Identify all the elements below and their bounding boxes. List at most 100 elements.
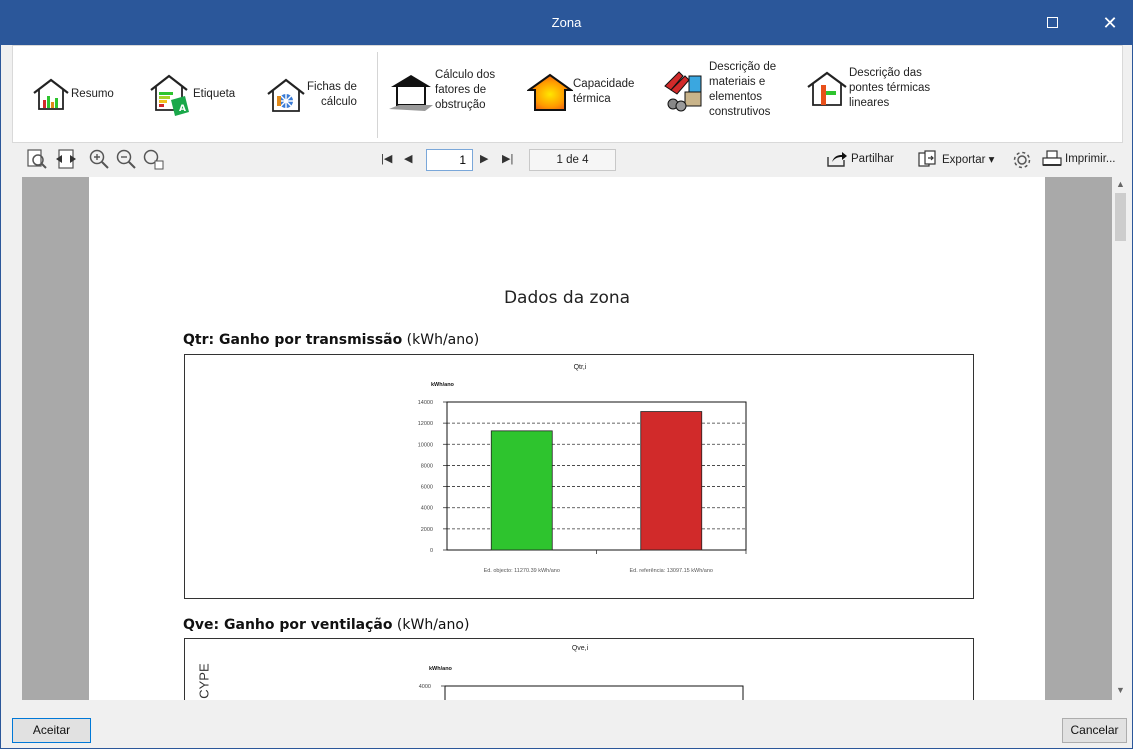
thermal-bridge-icon — [807, 71, 847, 106]
y-axis-label: kWh/ano — [431, 382, 455, 388]
scroll-up-icon[interactable]: ▲ — [1112, 179, 1129, 189]
side-watermark-text: e CYPE — [196, 663, 212, 700]
y-tick-label: 8000 — [421, 463, 433, 469]
fit-width-icon[interactable] — [55, 148, 77, 170]
house-heat-icon — [527, 73, 573, 111]
prev-page-button[interactable]: ◀ — [404, 152, 412, 165]
y-axis-label: kWh/ano — [429, 666, 453, 672]
next-page-button[interactable]: ▶ — [480, 152, 488, 165]
etiqueta-button[interactable]: A Etiqueta — [147, 72, 235, 116]
resumo-label: Resumo — [71, 87, 114, 100]
bar — [490, 430, 553, 551]
fichas-label-line1: Fichas de — [307, 81, 357, 93]
y-tick-label: 10000 — [418, 442, 433, 448]
zoom-actual-icon[interactable] — [142, 148, 164, 170]
zona-dialog: Zona ✕ Resumo A Etiqueta Fichas de cálcu… — [0, 0, 1133, 749]
last-page-icon: ▶| — [502, 153, 514, 165]
share-icon — [827, 152, 847, 167]
first-page-button[interactable]: |◀ — [381, 152, 392, 165]
vertical-scrollbar[interactable]: ▲ ▼ — [1112, 177, 1129, 700]
last-page-button[interactable]: ▶| — [502, 152, 513, 165]
qtr-chart-svg: Qtr,i kWh/ano 0 2000 4000 6000 8000 10000 12000 1… — [418, 364, 747, 574]
share-button[interactable]: Partilhar — [826, 150, 894, 168]
pontes-line1: Descrição das — [849, 67, 922, 79]
first-page-icon: |◀ — [381, 153, 393, 165]
maximize-icon — [1046, 17, 1058, 28]
prev-page-icon: ◀ — [404, 153, 413, 165]
close-icon: ✕ — [1102, 13, 1118, 33]
capacidade-termica-button[interactable]: Capacidade térmica — [527, 72, 634, 112]
qve-code: Qve — [183, 617, 214, 633]
close-button[interactable]: ✕ — [1095, 9, 1125, 37]
pontes-termicas-label: Descrição das pontes térmicas lineares — [849, 66, 930, 111]
y-tick-label: 4000 — [421, 506, 433, 512]
fichas-label-line2: cálculo — [321, 96, 357, 108]
scroll-down-icon[interactable]: ▼ — [1112, 685, 1129, 695]
report-viewer: Dados da zona Qtr: Ganho por transmissão… — [22, 177, 1112, 700]
page-number-input[interactable]: 1 — [426, 149, 473, 171]
page-title: Dados da zona — [503, 288, 631, 308]
bar — [640, 411, 703, 551]
print-label: Imprimir... — [1065, 153, 1116, 165]
qtr-heading: Qtr: Ganho por transmissão (kWh/ano) — [183, 332, 479, 348]
qve-heading: Qve: Ganho por ventilação (kWh/ano) — [183, 617, 469, 633]
title-bar: Zona ✕ — [1, 1, 1132, 45]
svg-text:A: A — [179, 104, 186, 114]
resumo-button[interactable]: Resumo — [31, 76, 114, 112]
next-page-icon: ▶ — [480, 153, 489, 165]
capacidade-line1: Capacidade — [573, 78, 635, 90]
house-thermal-icon — [267, 78, 305, 112]
printer-icon — [1042, 150, 1062, 166]
plot-frame — [444, 685, 744, 700]
y-tick-label: 14000 — [418, 400, 433, 406]
materiais-line3: elementos — [709, 91, 763, 103]
pontes-line3: lineares — [849, 97, 890, 109]
ribbon: Resumo A Etiqueta Fichas de cálculo Cálc… — [12, 45, 1123, 143]
energy-label-icon: A — [150, 74, 189, 116]
qtr-unit: (kWh/ano) — [402, 332, 480, 348]
maximize-button[interactable] — [1037, 9, 1067, 37]
fatores-obstrucao-button[interactable]: Cálculo dos fatores de obstrução — [389, 68, 495, 113]
qve-unit: (kWh/ano) — [392, 617, 470, 633]
cancel-button[interactable]: Cancelar — [1062, 718, 1127, 743]
qtr-label: : Ganho por transmissão — [208, 332, 403, 348]
y-tick-label: 6000 — [421, 485, 433, 491]
gear-icon[interactable] — [1011, 149, 1033, 171]
building-materials-icon — [664, 71, 702, 112]
dialog-footer: Aceitar Cancelar — [1, 701, 1132, 748]
capacidade-line2: térmica — [573, 93, 611, 105]
pontes-line2: pontes térmicas — [849, 82, 931, 94]
page-count: 1 de 4 — [529, 149, 616, 171]
fatores-obstrucao-label: Cálculo dos fatores de obstrução — [435, 68, 495, 113]
fichas-calculo-button[interactable]: Fichas de cálculo — [265, 76, 357, 114]
obstrucao-line1: Cálculo dos — [435, 69, 496, 81]
accept-button[interactable]: Aceitar — [12, 718, 91, 743]
chart-title: Qve,i — [572, 645, 589, 652]
zoom-in-icon[interactable] — [88, 148, 110, 170]
etiqueta-label: Etiqueta — [193, 87, 236, 100]
fichas-calculo-label: Fichas de cálculo — [307, 80, 357, 110]
share-label: Partilhar — [851, 153, 894, 165]
y-tick-label: 2000 — [421, 527, 433, 533]
export-button[interactable]: Exportar ▾ — [918, 150, 994, 168]
x-tick-label: Ed. referência: 13097.15 kWh/ano — [630, 568, 713, 574]
zoom-out-icon[interactable] — [115, 148, 137, 170]
qve-label: : Ganho por ventilação — [213, 617, 393, 633]
scroll-thumb[interactable] — [1115, 193, 1126, 241]
qtr-chart: Qtr,i kWh/ano 0 2000 4000 6000 8000 10000 12000 1… — [184, 354, 974, 599]
y-tick-label: 0 — [430, 548, 433, 554]
qve-chart-svg: Qve,i kWh/ano 4000 — [419, 645, 744, 700]
window-title: Zona — [551, 15, 582, 30]
report-toolbar: |◀ ◀ 1 ▶ ▶| 1 de 4 Partilhar Exportar ▾ — [12, 144, 1123, 176]
y-tick-label: 4000 — [419, 684, 431, 690]
materiais-line2: materiais e — [709, 76, 766, 88]
materiais-construtivos-button[interactable]: Descrição de materiais e elementos const… — [661, 60, 776, 120]
x-tick-label: Ed. objecto: 11270.39 kWh/ano — [484, 568, 560, 574]
pontes-termicas-button[interactable]: Descrição das pontes térmicas lineares — [805, 66, 930, 111]
obstrucao-line2: fatores de — [435, 84, 487, 96]
zoom-page-icon[interactable] — [26, 148, 48, 170]
chart-title: Qtr,i — [574, 364, 587, 371]
print-button[interactable]: Imprimir... — [1042, 150, 1115, 168]
materiais-construtivos-label: Descrição de materiais e elementos const… — [709, 60, 776, 120]
materiais-line1: Descrição de — [709, 61, 777, 73]
